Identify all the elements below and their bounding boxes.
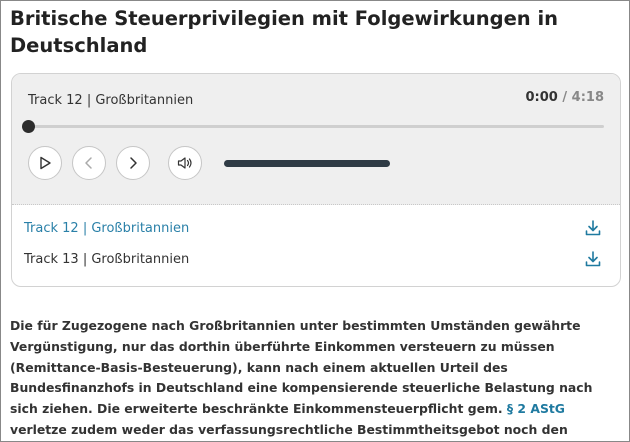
volume-fill — [224, 160, 390, 167]
article-paragraph: Die für Zugezogene nach Großbritannien u… — [10, 316, 622, 441]
current-track-title: Track 12 | Großbritannien — [28, 93, 194, 108]
time-current: 0:00 — [525, 90, 558, 105]
article-title: Britische Steuerprivilegien mit Folgewir… — [10, 7, 559, 57]
audio-player: Track 12 | Großbritannien 0:00 / 4:18 Tr… — [11, 73, 621, 287]
playlist-item-label[interactable]: Track 12 | Großbritannien — [24, 221, 189, 236]
playlist: Track 12 | Großbritannien Track 13 | Gro… — [12, 205, 620, 267]
playlist-item-track-12[interactable]: Track 12 | Großbritannien — [12, 205, 620, 236]
download-icon[interactable] — [584, 250, 602, 268]
play-button[interactable] — [28, 146, 62, 180]
player-controls-panel: Track 12 | Großbritannien 0:00 / 4:18 — [12, 74, 620, 205]
time-separator: / — [557, 90, 572, 105]
time-total: 4:18 — [571, 90, 604, 105]
time-display: 0:00 / 4:18 — [526, 90, 605, 105]
previous-track-button[interactable] — [72, 146, 106, 180]
volume-slider[interactable] — [224, 160, 390, 167]
next-track-button[interactable] — [116, 146, 150, 180]
paragraph-text-part1: Die für Zugezogene nach Großbritannien u… — [10, 318, 593, 417]
progress-handle[interactable] — [22, 120, 35, 133]
play-icon — [40, 156, 51, 170]
paragraph-text-part2: verletze zudem weder das verfassungsrech… — [10, 421, 568, 437]
playlist-item-label[interactable]: Track 13 | Großbritannien — [24, 252, 189, 267]
law-reference-link[interactable]: § 2 AStG — [507, 401, 565, 416]
chevron-right-icon — [130, 157, 137, 169]
download-icon[interactable] — [584, 219, 602, 237]
playlist-item-track-13[interactable]: Track 13 | Großbritannien — [12, 236, 620, 267]
progress-slider[interactable] — [22, 120, 604, 133]
speaker-icon — [177, 157, 192, 169]
volume-button[interactable] — [168, 146, 202, 180]
page-frame: Britische Steuerprivilegien mit Folgewir… — [0, 0, 630, 442]
chevron-left-icon — [85, 157, 92, 169]
